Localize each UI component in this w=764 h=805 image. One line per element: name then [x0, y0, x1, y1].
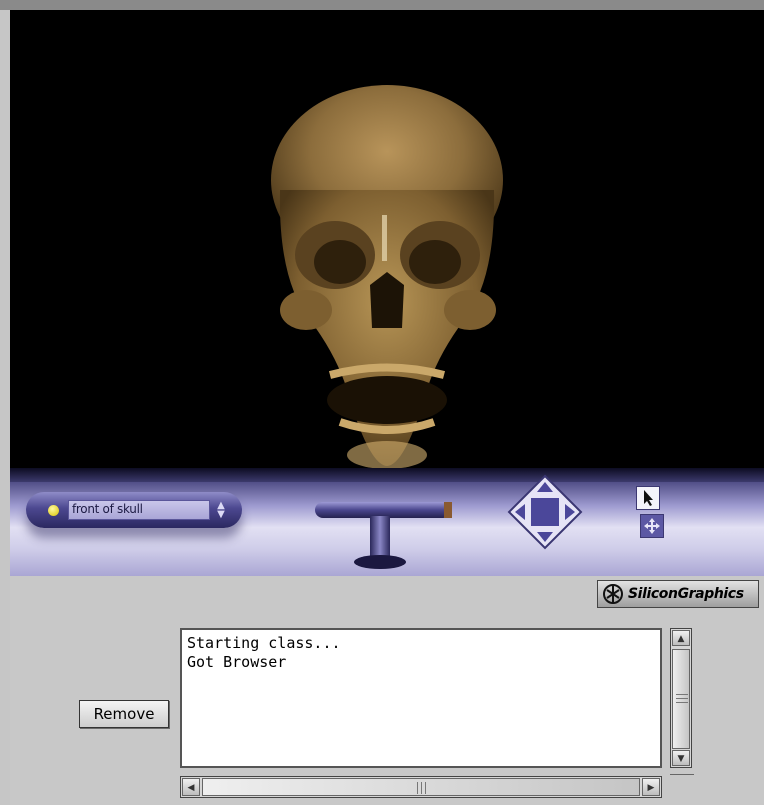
vertical-scroll-thumb[interactable]: [672, 649, 690, 749]
console-output[interactable]: Starting class... Got Browser: [180, 628, 662, 768]
console-horizontal-scrollbar[interactable]: ◀ ▶: [180, 776, 662, 798]
viewpoint-selector[interactable]: front of skull ▲ ▼: [26, 492, 242, 528]
tool-toggle-pair: [636, 486, 664, 542]
pointer-tool-icon[interactable]: [636, 486, 660, 510]
scroll-up-icon[interactable]: ▲: [672, 630, 690, 646]
silicongraphics-logo-button[interactable]: SiliconGraphics: [597, 580, 759, 608]
scroll-left-icon[interactable]: ◀: [182, 778, 200, 796]
remove-button[interactable]: Remove: [79, 700, 169, 728]
console-line: Got Browser: [187, 653, 287, 671]
navigation-dashboard: front of skull ▲ ▼: [10, 468, 764, 576]
viewpoint-stepper-icon[interactable]: ▲ ▼: [211, 501, 231, 520]
console-vertical-scrollbar[interactable]: ▲ ▼: [670, 628, 692, 768]
dashboard-shadow: [10, 468, 764, 482]
walk-tool-icon[interactable]: [310, 488, 460, 576]
viewpoint-indicator-icon: [48, 505, 59, 516]
skull-model: [271, 85, 503, 469]
pan-tool-icon[interactable]: [507, 474, 583, 550]
viewpoint-label: front of skull: [72, 502, 143, 516]
scroll-corner-divider: [670, 774, 694, 775]
move-tool-icon[interactable]: [640, 514, 664, 538]
scroll-right-icon[interactable]: ▶: [642, 778, 660, 796]
brand-label: SiliconGraphics: [628, 586, 744, 602]
vrml-viewport[interactable]: [10, 10, 764, 472]
horizontal-scroll-thumb[interactable]: [202, 778, 640, 796]
console-line: Starting class...: [187, 634, 341, 652]
sgi-cube-icon: [603, 584, 623, 604]
scroll-down-icon[interactable]: ▼: [672, 750, 690, 766]
window-top-edge: [0, 0, 764, 10]
